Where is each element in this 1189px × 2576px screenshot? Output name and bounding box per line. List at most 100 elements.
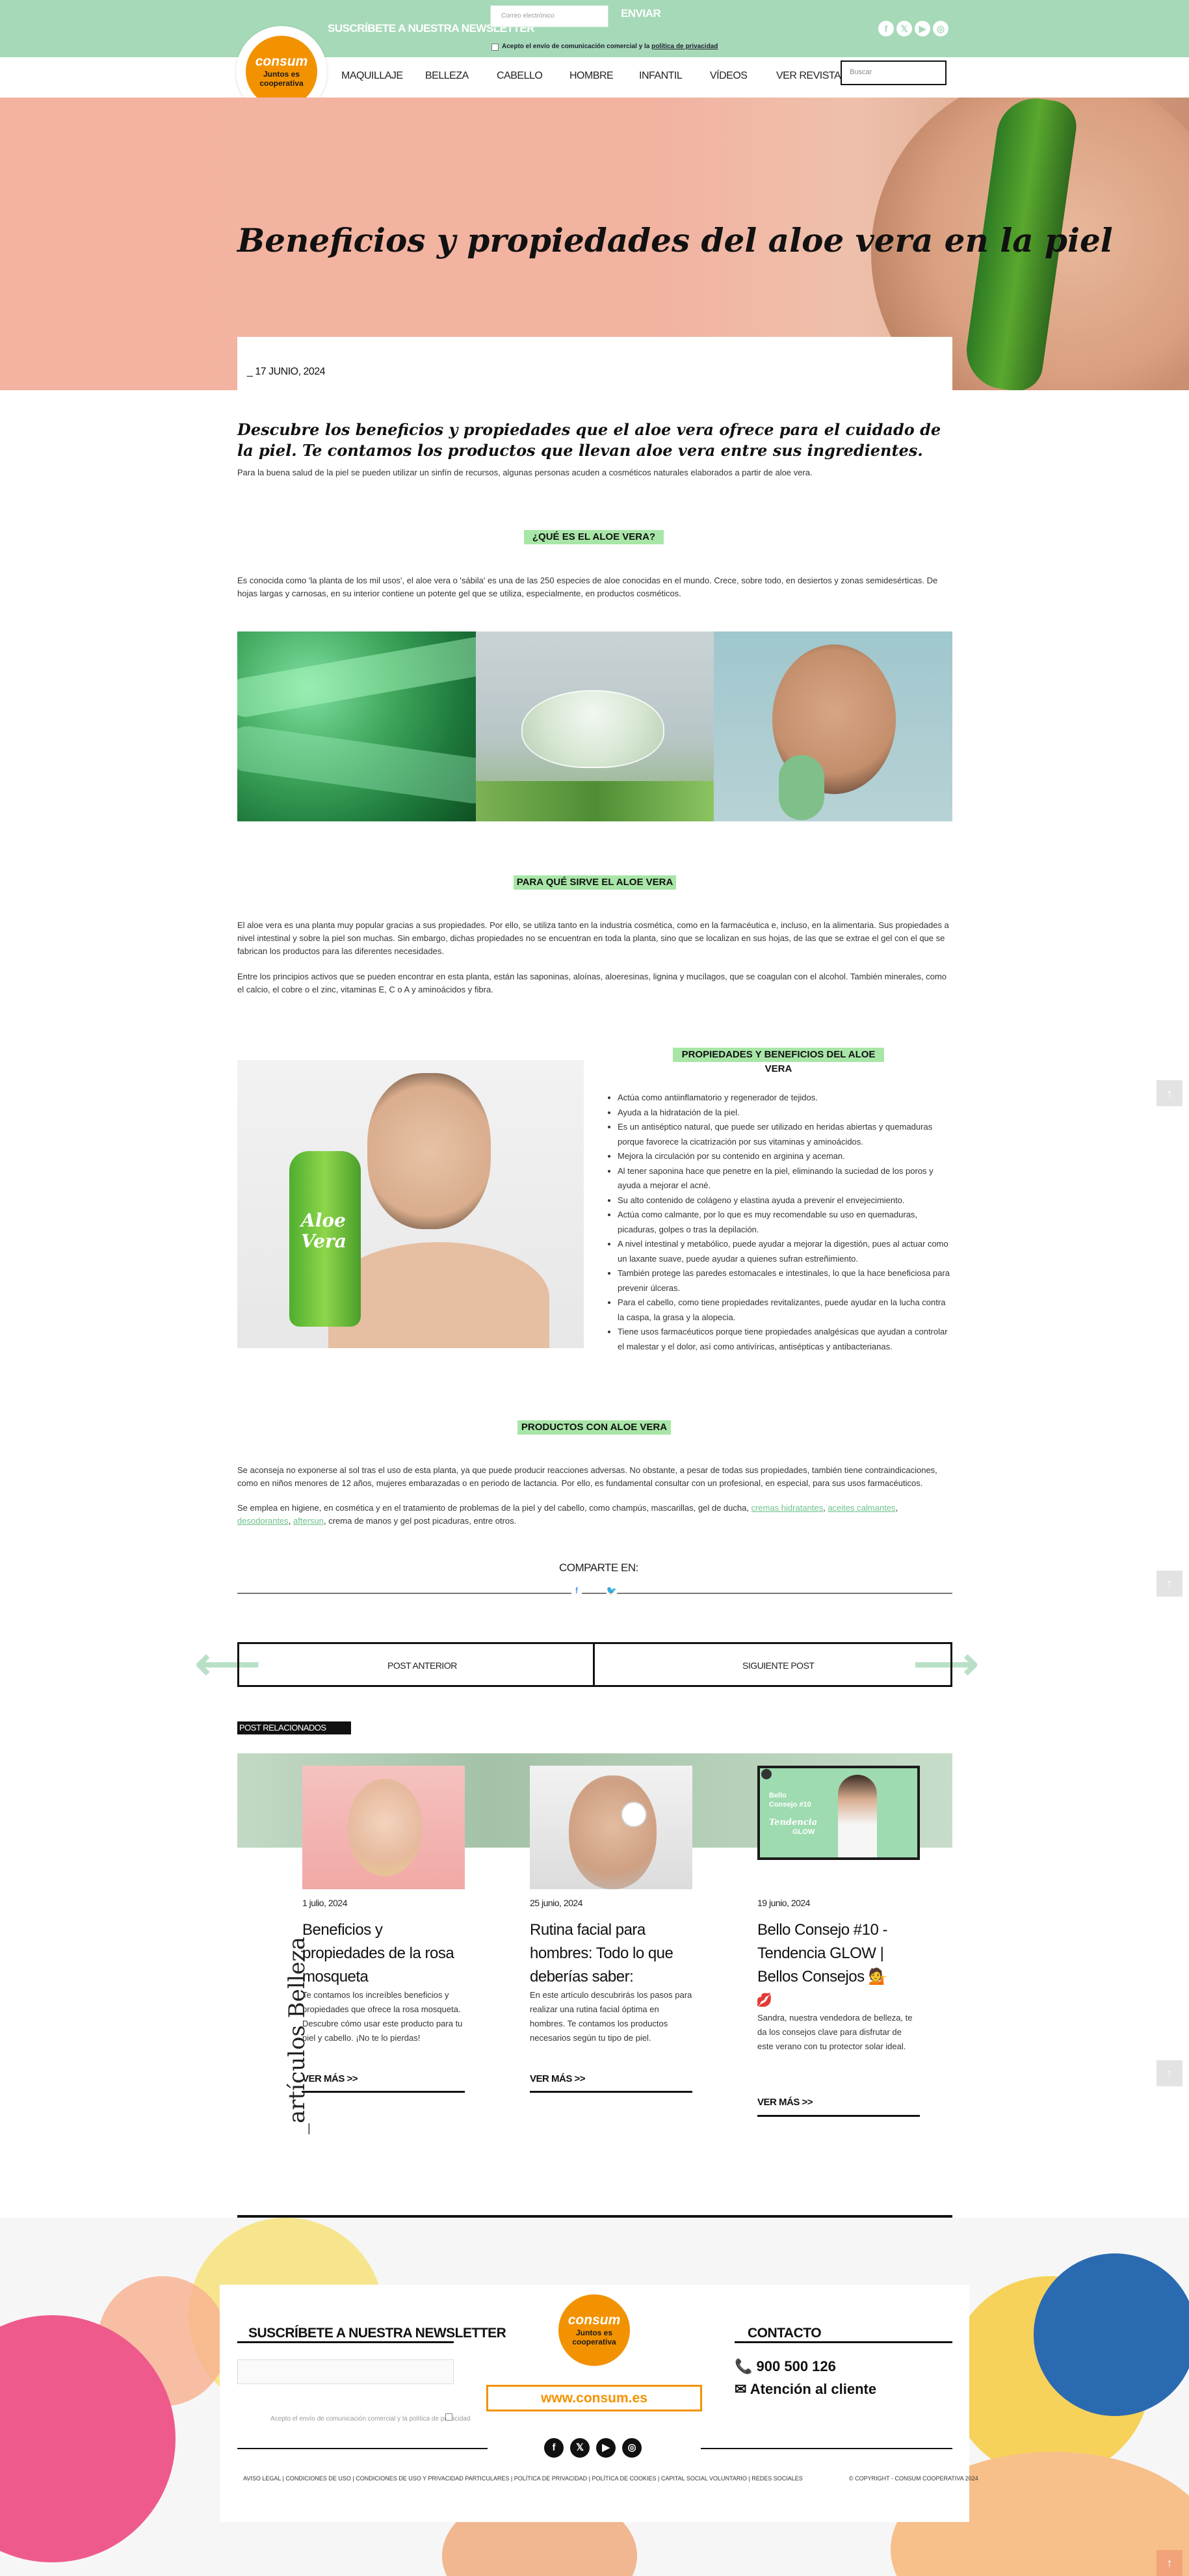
benefits-list: Actúa como antiinflamatorio y regenerado…: [606, 1091, 952, 1354]
video-title-4: GLOW: [792, 1828, 815, 1836]
footer-newsletter-title: SUSCRÍBETE A NUESTRA NEWSLETTER: [248, 2326, 506, 2341]
footer-contact-underline: [735, 2341, 952, 2343]
footer-attention[interactable]: ✉ Atención al cliente: [735, 2381, 876, 2398]
section-tag-productos: PRODUCTOS CON ALOE VERA: [517, 1420, 671, 1435]
search-input[interactable]: Buscar: [841, 60, 947, 85]
footer-consum-logo[interactable]: consum Juntos es cooperativa: [558, 2294, 630, 2366]
card-date: 25 junio, 2024: [530, 1898, 582, 1908]
aloe-gel-bowl-image: [476, 631, 714, 821]
nav-item-belleza[interactable]: BELLEZA: [425, 70, 469, 82]
back-to-top-button[interactable]: ↑: [1156, 2550, 1182, 2576]
logo-sub-2: cooperativa: [572, 2337, 616, 2346]
nav-item-cabello[interactable]: CABELLO: [497, 70, 543, 82]
share-label: COMPARTE EN:: [559, 1561, 638, 1574]
footer-phone[interactable]: 📞 900 500 126: [735, 2358, 836, 2375]
list-item: Tiene usos farmacéuticos porque tiene pr…: [618, 1325, 952, 1354]
decor-blob: [1034, 2253, 1189, 2416]
facebook-icon[interactable]: f: [571, 1585, 582, 1597]
aloe-bottle: Aloe Vera: [289, 1151, 361, 1327]
footer-consent-checkbox[interactable]: [445, 2413, 452, 2421]
channel-avatar: [761, 1769, 772, 1779]
nav-item-videos[interactable]: VÍDEOS: [710, 70, 748, 82]
card-more-link[interactable]: VER MÁS >>: [530, 2073, 586, 2084]
x-icon[interactable]: 𝕏: [896, 21, 912, 36]
card-text: Te contamos los increíbles beneficios y …: [302, 1990, 463, 2043]
instagram-icon[interactable]: ◎: [622, 2438, 642, 2458]
woman-shoulders: [328, 1242, 549, 1348]
card-image-rosa-mosqueta[interactable]: [302, 1766, 465, 1889]
instagram-icon[interactable]: ◎: [933, 21, 948, 36]
footer-email-input[interactable]: [237, 2359, 454, 2384]
woman-face: [367, 1073, 491, 1229]
gel-highlight: [237, 723, 476, 806]
nav-item-hombre[interactable]: HOMBRE: [569, 70, 614, 82]
smiling-woman-aloe-image: [714, 631, 952, 821]
back-to-top-button[interactable]: ↑: [1156, 2060, 1182, 2086]
intro-text: Para la buena salud de la piel se pueden…: [237, 468, 813, 477]
logo-word: consum: [568, 2313, 621, 2328]
envelope-icon: ✉: [735, 2381, 747, 2397]
footer-rule-right: [701, 2448, 952, 2449]
card-image-rutina-hombres[interactable]: [530, 1766, 692, 1889]
consum-logo[interactable]: consum Juntos es cooperativa: [246, 36, 317, 107]
bottle-label: Aloe: [301, 1210, 346, 1231]
logo-word: consum: [255, 54, 308, 69]
bottle-label-2: Vera: [301, 1230, 346, 1252]
related-posts-tag: POST RELACIONADOS: [237, 1721, 351, 1734]
share-divider: [237, 1593, 952, 1594]
facebook-icon[interactable]: f: [878, 21, 894, 36]
back-to-top-button[interactable]: ↑: [1156, 1571, 1182, 1597]
card-more-link[interactable]: VER MÁS >>: [302, 2073, 358, 2084]
footer-newsletter-underline: [237, 2341, 454, 2343]
newsletter-email-input[interactable]: Correo electrónico: [490, 5, 608, 27]
x-icon[interactable]: 𝕏: [570, 2438, 590, 2458]
card-date: 1 julio, 2024: [302, 1898, 348, 1908]
list-item: A nivel intestinal y metabólico, puede a…: [618, 1237, 952, 1266]
prev-post-button[interactable]: POST ANTERIOR: [387, 1660, 457, 1671]
footer-contact-title: CONTACTO: [748, 2326, 822, 2341]
section2-paragraph-2: Entre los principios activos que se pued…: [237, 972, 947, 994]
logo-sub-1: Juntos es: [575, 2328, 612, 2337]
footer-copyright: © COPYRIGHT - CONSUM COOPERATIVA 2024: [849, 2475, 978, 2482]
link-desodorantes[interactable]: desodorantes: [237, 1516, 289, 1526]
nav-item-infantil[interactable]: INFANTIL: [639, 70, 683, 82]
nav-item-ver-revista[interactable]: VER REVISTA: [776, 70, 841, 82]
card-title[interactable]: Bello Consejo #10 - Tendencia GLOW | Bel…: [757, 1919, 920, 1989]
newsletter-consent-checkbox[interactable]: [491, 44, 499, 51]
intro-heading: Descubre los beneficios y propiedades qu…: [237, 420, 941, 460]
newsletter-consent-text: Acepto el envío de comunicación comercia…: [502, 43, 718, 50]
list-item: Para el cabello, como tiene propiedades …: [618, 1295, 952, 1325]
facebook-icon[interactable]: f: [544, 2438, 564, 2458]
card-more-link[interactable]: VER MÁS >>: [757, 2097, 813, 2108]
card-video-bello-consejo[interactable]: Bello Consejo #10 Tendencia GLOW: [757, 1766, 920, 1860]
post-navigation: [237, 1642, 952, 1687]
aloe-piece: [779, 755, 824, 820]
lips-emoji: 💋: [756, 1993, 772, 2008]
consum-website-link[interactable]: www.consum.es: [486, 2385, 702, 2411]
link-aftersun[interactable]: aftersun: [293, 1516, 324, 1526]
list-item: También protege las paredes estomacales …: [618, 1266, 952, 1295]
footer-rule-left: [237, 2448, 488, 2449]
woman-aloe-bottle-image: Aloe Vera: [237, 1060, 584, 1348]
youtube-icon[interactable]: ▶: [596, 2438, 616, 2458]
privacy-policy-link[interactable]: política de privacidad: [651, 43, 718, 50]
footer-legal-links[interactable]: AVISO LEGAL | CONDICIONES DE USO | CONDI…: [243, 2475, 803, 2482]
presenter: [838, 1775, 877, 1857]
nav-item-maquillaje[interactable]: MAQUILLAJE: [341, 70, 403, 82]
twitter-icon[interactable]: 🐦: [606, 1585, 618, 1597]
card-text: Sandra, nuestra vendedora de belleza, te…: [757, 2013, 913, 2051]
link-cremas-hidratantes[interactable]: cremas hidratantes: [751, 1503, 824, 1513]
list-item: Mejora la circulación por su contenido e…: [618, 1149, 952, 1164]
list-item: Es un antiséptico natural, que puede ser…: [618, 1120, 952, 1149]
card-title[interactable]: Rutina facial para hombres: Todo lo que …: [530, 1919, 692, 1989]
link-aceites-calmantes[interactable]: aceites calmantes: [828, 1503, 895, 1513]
card-title[interactable]: Beneficios y propiedades de la rosa mosq…: [302, 1919, 465, 1989]
card-date: 19 junio, 2024: [757, 1898, 810, 1908]
page-title: Beneficios y propiedades del aloe vera e…: [237, 221, 1113, 259]
section2-paragraph-1: El aloe vera es una planta muy popular g…: [237, 920, 949, 956]
youtube-icon[interactable]: ▶: [915, 21, 930, 36]
back-to-top-button[interactable]: ↑: [1156, 1080, 1182, 1106]
phone-number: 900 500 126: [756, 2358, 836, 2374]
newsletter-send-button[interactable]: ENVIAR: [621, 7, 661, 20]
next-post-button[interactable]: SIGUIENTE POST: [742, 1660, 815, 1671]
